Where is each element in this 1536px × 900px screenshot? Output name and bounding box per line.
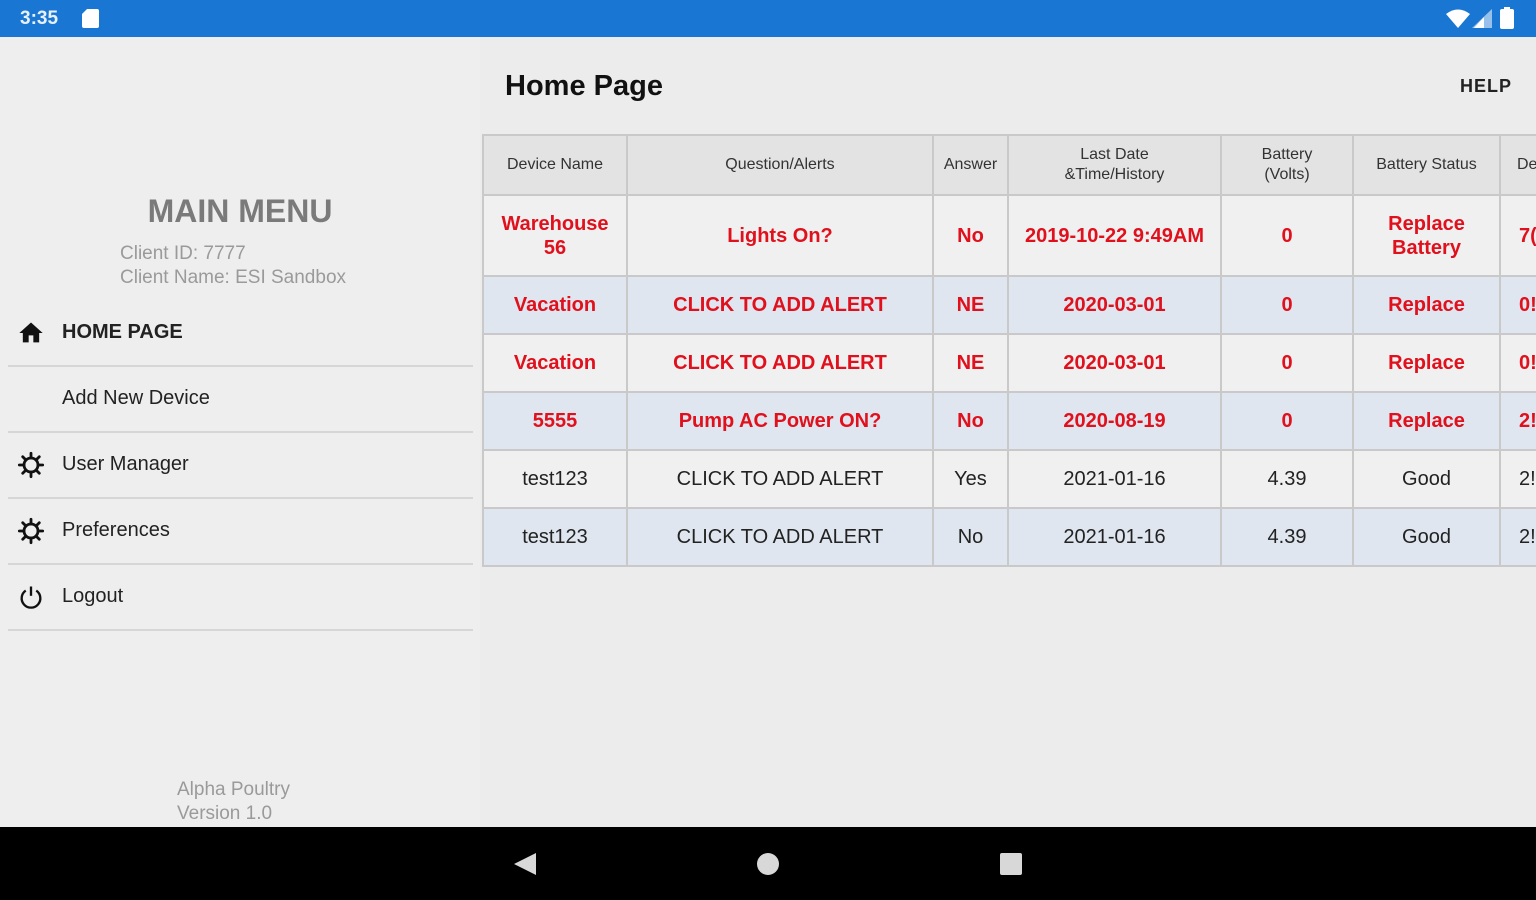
table-row[interactable]: 5555 Pump AC Power ON? No 2020-08-19 0 Replac… <box>482 391 1536 451</box>
cell-answer: Yes <box>932 449 1009 509</box>
cell-device-extra: 0! <box>1499 275 1536 335</box>
cell-answer: NE <box>932 275 1009 335</box>
signal-icon <box>1472 9 1492 28</box>
cell-device-name: test123 <box>482 449 628 509</box>
cell-battery-volts: 0 <box>1220 333 1354 393</box>
back-icon[interactable] <box>512 851 538 877</box>
column-header-battery-status[interactable]: Battery Status <box>1352 134 1501 196</box>
cell-device-extra: 2! <box>1499 391 1536 451</box>
cell-battery-volts: 0 <box>1220 194 1354 277</box>
menu-item-logout[interactable]: Logout <box>8 565 473 631</box>
cell-last-date: 2020-03-01 <box>1007 333 1222 393</box>
table-body: Warehouse 56 Lights On? No 2019-10-22 9:49A… <box>482 194 1536 567</box>
gear-icon <box>17 517 45 545</box>
cell-last-date: 2020-08-19 <box>1007 391 1222 451</box>
menu-item-user-manager[interactable]: User Manager <box>8 433 473 499</box>
recent-apps-icon[interactable] <box>1000 853 1022 875</box>
sidebar: MAIN MENU Client ID: 7777 Client Name: E… <box>0 37 480 827</box>
table-row[interactable]: Vacation CLICK TO ADD ALERT NE 2020-03-01 0 R… <box>482 275 1536 335</box>
cell-answer: No <box>932 507 1009 567</box>
cell-question-alert[interactable]: Lights On? <box>626 194 934 277</box>
column-header-last-date[interactable]: Last Date &Time/History <box>1007 134 1222 196</box>
menu-title: MAIN MENU <box>147 193 333 229</box>
table-row[interactable]: test123 CLICK TO ADD ALERT Yes 2021-01-16 4.… <box>482 449 1536 509</box>
page-title: Home Page <box>505 70 663 102</box>
menu-label-add-new-device: Add New Device <box>62 387 210 409</box>
cell-battery-volts: 4.39 <box>1220 507 1354 567</box>
cell-question-alert[interactable]: CLICK TO ADD ALERT <box>626 333 934 393</box>
table-row[interactable]: Vacation CLICK TO ADD ALERT NE 2020-03-01 0 R… <box>482 333 1536 393</box>
cell-device-extra: 7( <box>1499 194 1536 277</box>
table-row[interactable]: test123 CLICK TO ADD ALERT No 2021-01-16 4.3… <box>482 507 1536 567</box>
column-header-answer[interactable]: Answer <box>932 134 1009 196</box>
cell-device-name: Vacation <box>482 333 628 393</box>
device-table: Device Name Question/Alerts Answer Last … <box>482 134 1536 567</box>
power-icon <box>20 586 42 609</box>
table-header-row: Device Name Question/Alerts Answer Last … <box>482 134 1536 196</box>
cell-battery-status: Replace <box>1352 333 1501 393</box>
cell-battery-volts: 0 <box>1220 391 1354 451</box>
cell-battery-status: Good <box>1352 507 1501 567</box>
status-bar: 3:35 <box>0 0 1536 37</box>
wifi-icon <box>1446 9 1470 28</box>
sd-card-icon <box>82 9 99 28</box>
cell-last-date: 2020-03-01 <box>1007 275 1222 335</box>
status-time: 3:35 <box>20 8 59 29</box>
column-header-device-name[interactable]: Device Name <box>482 134 628 196</box>
menu-label-preferences: Preferences <box>62 519 170 541</box>
menu-item-home-page[interactable]: HOME PAGE <box>8 301 473 367</box>
menu-label-logout: Logout <box>62 585 124 607</box>
cell-question-alert[interactable]: CLICK TO ADD ALERT <box>626 449 934 509</box>
battery-icon <box>1500 7 1514 29</box>
cell-device-extra: 0! <box>1499 333 1536 393</box>
cell-last-date: 2021-01-16 <box>1007 449 1222 509</box>
cell-battery-volts: 4.39 <box>1220 449 1354 509</box>
cell-answer: NE <box>932 333 1009 393</box>
cell-device-name: 5555 <box>482 391 628 451</box>
table-row[interactable]: Warehouse 56 Lights On? No 2019-10-22 9:49A… <box>482 194 1536 277</box>
cell-answer: No <box>932 194 1009 277</box>
home-circle-icon[interactable] <box>757 853 779 875</box>
cell-question-alert[interactable]: CLICK TO ADD ALERT <box>626 507 934 567</box>
column-header-device-extra[interactable]: De <box>1499 134 1536 196</box>
menu-item-add-new-device[interactable]: Add New Device <box>8 367 473 433</box>
client-id: Client ID: 7777 <box>120 243 246 264</box>
cell-battery-status: Good <box>1352 449 1501 509</box>
client-name: Client Name: ESI Sandbox <box>120 267 347 288</box>
cell-battery-status: Replace <box>1352 391 1501 451</box>
menu-item-preferences[interactable]: Preferences <box>8 499 473 565</box>
menu-label-user-manager: User Manager <box>62 453 189 475</box>
cell-device-extra: 2! <box>1499 507 1536 567</box>
cell-battery-status: Replace <box>1352 275 1501 335</box>
help-button[interactable]: HELP <box>1460 76 1512 97</box>
cell-question-alert[interactable]: Pump AC Power ON? <box>626 391 934 451</box>
menu-label-home-page: HOME PAGE <box>62 321 183 343</box>
cell-device-name: Warehouse 56 <box>482 194 628 277</box>
cell-device-name: Vacation <box>482 275 628 335</box>
cell-battery-status: Replace Battery <box>1352 194 1501 277</box>
cell-last-date: 2021-01-16 <box>1007 507 1222 567</box>
cell-device-name: test123 <box>482 507 628 567</box>
footer-app-name: Alpha Poultry <box>177 779 291 800</box>
column-header-question-alerts[interactable]: Question/Alerts <box>626 134 934 196</box>
column-header-battery-volts[interactable]: Battery (Volts) <box>1220 134 1354 196</box>
cell-device-extra: 2! <box>1499 449 1536 509</box>
cell-last-date: 2019-10-22 9:49AM <box>1007 194 1222 277</box>
footer-version: Version 1.0 <box>177 803 273 824</box>
cell-battery-volts: 0 <box>1220 275 1354 335</box>
cell-question-alert[interactable]: CLICK TO ADD ALERT <box>626 275 934 335</box>
cell-answer: No <box>932 391 1009 451</box>
home-icon <box>19 322 43 343</box>
gear-icon <box>17 451 45 479</box>
nav-bar <box>0 827 1536 900</box>
main-content: Home Page HELP Device Name Question/Aler… <box>480 37 1536 827</box>
